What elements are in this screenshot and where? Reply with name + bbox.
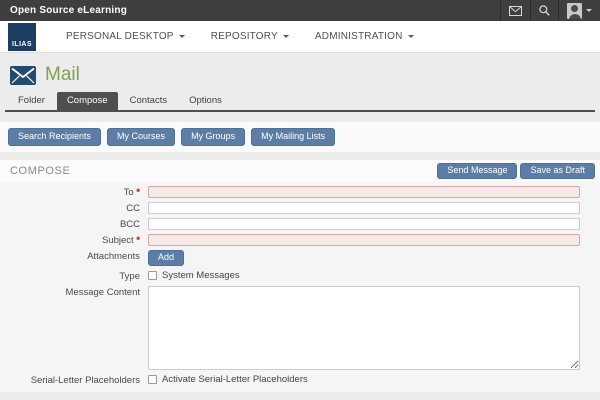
mail-envelope-icon [10, 65, 36, 85]
subject-input[interactable] [148, 233, 580, 246]
logo-text: ILIAS [12, 40, 32, 48]
tab-options[interactable]: Options [179, 92, 232, 110]
activate-serial-letter-checkbox-label: Activate Serial-Letter Placeholders [162, 373, 308, 385]
nav-personal-desktop[interactable]: PERSONAL DESKTOP [66, 31, 185, 42]
caret-down-icon [407, 35, 414, 38]
attachments-label: Attachments [87, 250, 140, 262]
nav-repository[interactable]: REPOSITORY [211, 31, 289, 42]
type-row: Type System Messages [0, 270, 600, 282]
page-title: Mail [45, 64, 80, 85]
caret-down-icon [282, 35, 289, 38]
nav-label: PERSONAL DESKTOP [66, 31, 174, 42]
compose-form: To * CC BCC Subject * Attachments Add Ty… [0, 181, 600, 392]
user-avatar [567, 2, 582, 19]
main-navbar: ILIAS PERSONAL DESKTOP REPOSITORY ADMINI… [0, 21, 600, 53]
nav-label: ADMINISTRATION [314, 31, 403, 42]
required-asterisk: * [136, 186, 140, 198]
nav-label: REPOSITORY [210, 31, 278, 42]
bcc-input[interactable] [148, 217, 580, 230]
attachments-row: Attachments Add [0, 249, 600, 266]
compose-panel: COMPOSE Send Message Save as Draft To * … [0, 159, 600, 400]
ilias-logo[interactable]: ILIAS [8, 22, 36, 51]
serial-letter-label: Serial-Letter Placeholders [30, 374, 140, 386]
nav-menu: PERSONAL DESKTOP REPOSITORY ADMINISTRATI… [66, 31, 414, 42]
search-button[interactable] [530, 0, 558, 21]
tab-contacts[interactable]: Contacts [120, 92, 178, 110]
nav-administration[interactable]: ADMINISTRATION [315, 31, 414, 42]
compose-panel-header: COMPOSE Send Message Save as Draft [0, 159, 600, 182]
my-groups-button[interactable]: My Groups [181, 128, 246, 146]
send-message-button[interactable]: Send Message [437, 162, 518, 179]
my-mailing-lists-button[interactable]: My Mailing Lists [251, 128, 336, 146]
site-title: Open Source eLearning [10, 5, 128, 16]
recipient-toolbar: Search Recipients My Courses My Groups M… [0, 122, 600, 152]
ilias-mail-compose-screen: Open Source eLearning ILIAS PERSONAL DES… [0, 0, 600, 400]
required-asterisk: * [136, 234, 140, 246]
subject-label: Subject * [101, 234, 140, 246]
subject-row: Subject * [0, 233, 600, 246]
tab-bar: Folder Compose Contacts Options [5, 92, 595, 112]
bcc-label: BCC [119, 218, 140, 230]
system-messages-checkbox[interactable] [148, 270, 157, 280]
to-label: To * [123, 186, 140, 198]
tab-compose[interactable]: Compose [56, 92, 118, 110]
topbar-actions [500, 0, 600, 21]
activate-serial-letter-checkbox[interactable] [148, 374, 157, 384]
page-header: Mail [0, 53, 600, 92]
my-courses-button[interactable]: My Courses [107, 128, 176, 146]
system-messages-checkbox-label: System Messages [162, 269, 240, 281]
mail-icon [509, 5, 522, 16]
serial-letter-row: Serial-Letter Placeholders Activate Seri… [0, 374, 600, 386]
topbar: Open Source eLearning [0, 0, 600, 21]
message-content-row: Message Content [0, 285, 600, 370]
cc-input[interactable] [148, 201, 580, 214]
message-content-textarea[interactable] [148, 285, 580, 370]
add-attachment-button[interactable]: Add [148, 249, 185, 266]
bcc-row: BCC [0, 217, 600, 230]
section-title: COMPOSE [10, 164, 71, 177]
search-recipients-button[interactable]: Search Recipients [8, 128, 102, 146]
cc-label: CC [126, 202, 140, 214]
header-actions: Send Message Save as Draft [437, 162, 595, 179]
caret-down-icon [178, 35, 185, 38]
caret-down-icon [586, 9, 592, 12]
message-content-label: Message Content [65, 286, 140, 298]
user-menu[interactable] [558, 0, 600, 21]
save-as-draft-button[interactable]: Save as Draft [520, 162, 595, 179]
type-label: Type [119, 270, 140, 282]
tab-folder[interactable]: Folder [8, 92, 55, 110]
search-icon [539, 5, 550, 16]
cc-row: CC [0, 201, 600, 214]
mail-shortcut-button[interactable] [500, 0, 530, 21]
to-row: To * [0, 185, 600, 198]
to-input[interactable] [148, 185, 580, 198]
